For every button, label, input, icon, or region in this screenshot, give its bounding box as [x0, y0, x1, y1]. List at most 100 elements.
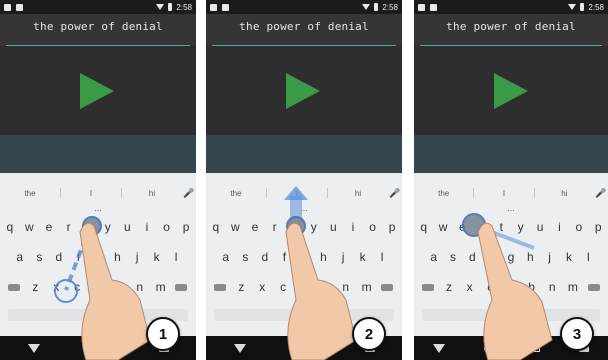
key-h[interactable]: h	[521, 250, 539, 264]
key-w[interactable]: w	[434, 220, 452, 234]
key-r[interactable]: r	[60, 220, 78, 234]
nav-back-icon[interactable]	[433, 343, 446, 353]
key-m[interactable]: m	[358, 280, 376, 294]
key-b[interactable]: b	[110, 280, 128, 294]
key-f[interactable]: f	[483, 250, 501, 264]
nav-back-icon[interactable]	[27, 343, 40, 353]
suggestion-2[interactable]: I	[267, 189, 327, 198]
suggestion-2[interactable]: I	[61, 189, 121, 198]
key-u[interactable]: u	[118, 220, 136, 234]
key-w[interactable]: w	[226, 220, 244, 234]
key-q[interactable]: q	[207, 220, 225, 234]
delete-icon[interactable]	[172, 280, 190, 294]
microphone-icon[interactable]: 🎤	[388, 188, 402, 199]
key-x[interactable]: x	[47, 280, 65, 294]
key-j[interactable]: j	[334, 250, 352, 264]
play-icon[interactable]	[80, 73, 114, 109]
key-p[interactable]: p	[383, 220, 401, 234]
key-u[interactable]: u	[531, 220, 549, 234]
key-y[interactable]: y	[99, 220, 117, 234]
key-s[interactable]: s	[236, 250, 254, 264]
key-t[interactable]: t	[492, 220, 510, 234]
nav-recent-icon[interactable]	[531, 344, 540, 352]
key-k[interactable]: k	[560, 250, 578, 264]
key-u[interactable]: u	[324, 220, 342, 234]
key-o[interactable]: o	[158, 220, 176, 234]
delete-icon[interactable]	[378, 280, 396, 294]
soft-keyboard[interactable]: the I hi 🎤 ... q w e r t y u i o p a s d…	[0, 173, 196, 336]
soft-keyboard[interactable]: the I hi 🎤 ... q w e r t y u i o p a s d…	[206, 173, 402, 336]
key-r[interactable]: r	[473, 220, 491, 234]
backspace-icon[interactable]	[5, 280, 23, 294]
key-d[interactable]: d	[463, 250, 481, 264]
text-input-area[interactable]: the power of denial	[206, 14, 402, 46]
key-n[interactable]: n	[337, 280, 355, 294]
key-y[interactable]: y	[512, 220, 530, 234]
key-k[interactable]: k	[354, 250, 372, 264]
video-player[interactable]	[0, 47, 196, 135]
key-q[interactable]: q	[415, 220, 433, 234]
key-b[interactable]: b	[523, 280, 541, 294]
key-c[interactable]: c	[481, 280, 499, 294]
key-m[interactable]: m	[152, 280, 170, 294]
key-x[interactable]: x	[461, 280, 479, 294]
play-icon[interactable]	[494, 73, 528, 109]
key-w[interactable]: w	[20, 220, 38, 234]
delete-icon[interactable]	[585, 280, 603, 294]
key-h[interactable]: h	[315, 250, 333, 264]
key-g[interactable]: g	[295, 250, 313, 264]
key-g[interactable]: g	[89, 250, 107, 264]
key-s[interactable]: s	[30, 250, 48, 264]
key-s[interactable]: s	[444, 250, 462, 264]
backspace-icon[interactable]	[419, 280, 437, 294]
key-o[interactable]: o	[570, 220, 588, 234]
key-z[interactable]: z	[440, 280, 458, 294]
nav-home-icon[interactable]	[94, 343, 104, 353]
key-z[interactable]: z	[26, 280, 44, 294]
key-q[interactable]: q	[1, 220, 19, 234]
key-t[interactable]: t	[285, 220, 303, 234]
key-b[interactable]: b	[316, 280, 334, 294]
text-input-area[interactable]: the power of denial	[0, 14, 196, 46]
key-x[interactable]: x	[253, 280, 271, 294]
microphone-icon[interactable]: 🎤	[182, 188, 196, 199]
suggestion-3[interactable]: hi	[535, 189, 594, 198]
video-player[interactable]	[414, 47, 608, 135]
nav-home-icon[interactable]	[484, 343, 494, 353]
play-icon[interactable]	[286, 73, 320, 109]
key-i[interactable]: i	[344, 220, 362, 234]
key-n[interactable]: n	[543, 280, 561, 294]
key-p[interactable]: p	[177, 220, 195, 234]
suggestion-1[interactable]: the	[206, 189, 266, 198]
suggestion-1[interactable]: the	[0, 189, 60, 198]
nav-home-icon[interactable]	[300, 343, 310, 353]
backspace-icon[interactable]	[211, 280, 229, 294]
key-a[interactable]: a	[11, 250, 29, 264]
key-a[interactable]: a	[425, 250, 443, 264]
text-input-area[interactable]: the power of denial	[414, 14, 608, 46]
key-l[interactable]: l	[373, 250, 391, 264]
key-v[interactable]: v	[89, 280, 107, 294]
suggestion-1[interactable]: the	[414, 189, 473, 198]
key-t[interactable]: t	[79, 220, 97, 234]
key-m[interactable]: m	[564, 280, 582, 294]
soft-keyboard[interactable]: the I hi 🎤 ... q w e r t y u i o p a s d…	[414, 173, 608, 336]
suggestion-3[interactable]: hi	[122, 189, 182, 198]
key-f[interactable]: f	[275, 250, 293, 264]
key-e[interactable]: e	[246, 220, 264, 234]
key-d[interactable]: d	[256, 250, 274, 264]
more-suggestions[interactable]: ...	[206, 203, 402, 213]
more-suggestions[interactable]: ...	[0, 203, 196, 213]
key-j[interactable]: j	[541, 250, 559, 264]
video-player[interactable]	[206, 47, 402, 135]
key-v[interactable]: v	[502, 280, 520, 294]
key-g[interactable]: g	[502, 250, 520, 264]
key-l[interactable]: l	[579, 250, 597, 264]
key-i[interactable]: i	[550, 220, 568, 234]
key-l[interactable]: l	[167, 250, 185, 264]
key-y[interactable]: y	[305, 220, 323, 234]
key-c[interactable]: c	[68, 280, 86, 294]
nav-back-icon[interactable]	[233, 343, 246, 353]
key-j[interactable]: j	[128, 250, 146, 264]
key-a[interactable]: a	[217, 250, 235, 264]
